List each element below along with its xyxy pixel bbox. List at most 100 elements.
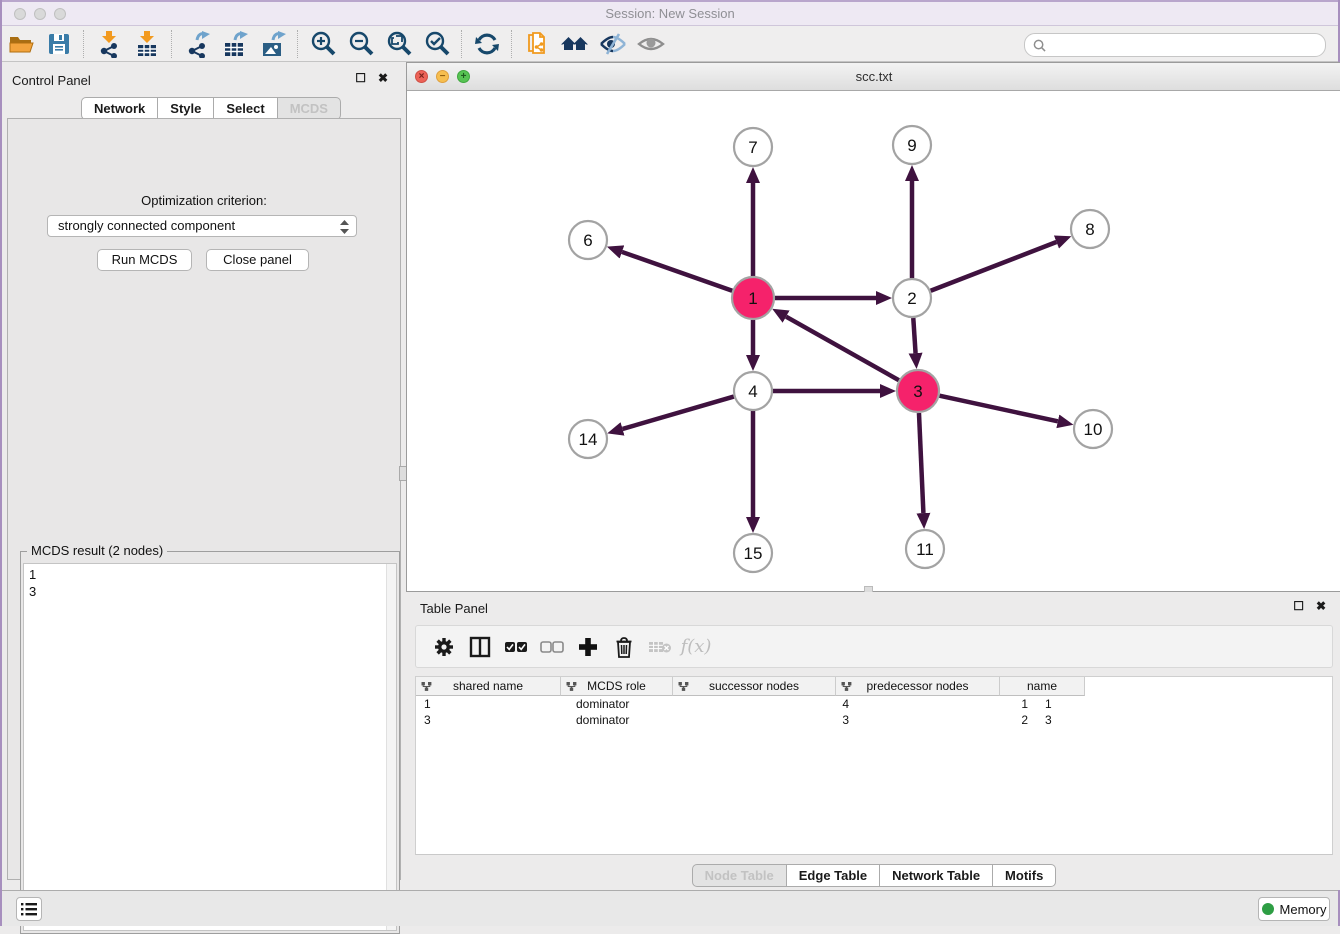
node-table[interactable]: shared name MCDS rolesuccessor nodesprede… xyxy=(415,676,1333,855)
node-1[interactable]: 1 xyxy=(732,277,774,319)
delete-column-button[interactable] xyxy=(606,630,642,664)
mcds-result-title: MCDS result (2 nodes) xyxy=(27,543,167,558)
import-table-button[interactable] xyxy=(130,29,164,59)
edge-3-1[interactable] xyxy=(786,317,899,381)
cell-mcds-role[interactable]: dominator xyxy=(568,696,687,712)
node-8[interactable]: 8 xyxy=(1071,210,1109,248)
close-network-icon[interactable]: × xyxy=(415,70,428,83)
zoom-fit-button[interactable] xyxy=(382,29,416,59)
close-panel-icon[interactable]: ✖ xyxy=(378,71,388,85)
app-titlebar: Session: New Session xyxy=(2,0,1338,26)
close-panel-button[interactable]: Close panel xyxy=(206,249,309,271)
network-graph[interactable]: 1 2 3 4 6 7 8 9 10 11 14 15 xyxy=(408,91,1340,591)
open-session-button[interactable] xyxy=(4,29,38,59)
tab-select[interactable]: Select xyxy=(214,97,277,120)
column-header-predecessor-nodes[interactable]: predecessor nodes xyxy=(836,677,1000,696)
edge-3-11[interactable] xyxy=(919,413,923,513)
node-9[interactable]: 9 xyxy=(893,126,931,164)
save-session-button[interactable] xyxy=(42,29,76,59)
delete-table-button[interactable] xyxy=(642,630,678,664)
zoom-window-icon[interactable] xyxy=(54,8,66,20)
column-header-shared-name[interactable]: shared name xyxy=(416,677,561,696)
table-settings-button[interactable] xyxy=(426,630,462,664)
close-table-panel-icon[interactable]: ✖ xyxy=(1316,599,1326,613)
refresh-button[interactable] xyxy=(470,29,504,59)
cell-successor-nodes[interactable]: 4 xyxy=(687,696,865,712)
float-table-panel-icon[interactable]: ☐ xyxy=(1293,599,1304,613)
table-row[interactable]: 1dominator411 xyxy=(416,696,1332,712)
maximize-network-icon[interactable]: + xyxy=(457,70,470,83)
column-type-icon xyxy=(678,681,689,692)
add-column-button[interactable] xyxy=(570,630,606,664)
eye-slash-icon xyxy=(598,30,628,58)
export-network-button[interactable] xyxy=(180,29,214,59)
edge-3-10[interactable] xyxy=(939,396,1057,422)
tab-network-table[interactable]: Network Table xyxy=(880,864,993,887)
table-row[interactable]: 3dominator323 xyxy=(416,712,1332,728)
search-input[interactable] xyxy=(1050,37,1325,53)
run-mcds-button[interactable]: Run MCDS xyxy=(97,249,192,271)
cell-shared-name[interactable]: 3 xyxy=(416,712,568,728)
column-header-name[interactable]: name xyxy=(1000,677,1085,696)
mcds-result-text[interactable]: 1 3 xyxy=(23,563,397,931)
node-3[interactable]: 3 xyxy=(897,370,939,412)
node-15[interactable]: 15 xyxy=(734,534,772,572)
edge-2-8[interactable] xyxy=(931,242,1057,291)
zoom-selected-button[interactable] xyxy=(420,29,454,59)
float-panel-icon[interactable]: ☐ xyxy=(355,71,366,85)
optimization-criterion-select[interactable]: strongly connected component xyxy=(47,215,357,237)
cell-predecessor-nodes[interactable]: 1 xyxy=(865,696,1037,712)
tab-node-table[interactable]: Node Table xyxy=(692,864,787,887)
show-all-networks-button[interactable] xyxy=(558,29,592,59)
split-pane-button[interactable] xyxy=(462,630,498,664)
zoom-in-button[interactable] xyxy=(306,29,340,59)
chevron-updown-icon xyxy=(339,219,350,241)
close-window-icon[interactable] xyxy=(14,8,26,20)
column-header-mcds-role[interactable]: MCDS role xyxy=(561,677,673,696)
task-history-button[interactable] xyxy=(16,897,42,921)
cell-name[interactable]: 3 xyxy=(1037,712,1129,728)
column-header-label: shared name xyxy=(453,679,523,693)
edge-4-14[interactable] xyxy=(623,397,734,429)
export-table-button[interactable] xyxy=(218,29,252,59)
cell-shared-name[interactable]: 1 xyxy=(416,696,568,712)
import-network-button[interactable] xyxy=(92,29,126,59)
cell-name[interactable]: 1 xyxy=(1037,696,1129,712)
cell-predecessor-nodes[interactable]: 2 xyxy=(865,712,1037,728)
tab-edge-table[interactable]: Edge Table xyxy=(787,864,880,887)
column-header-successor-nodes[interactable]: successor nodes xyxy=(673,677,836,696)
function-builder-button[interactable]: f(x) xyxy=(678,630,714,664)
minimize-network-icon[interactable]: − xyxy=(436,70,449,83)
tab-motifs[interactable]: Motifs xyxy=(993,864,1056,887)
cell-mcds-role[interactable]: dominator xyxy=(568,712,687,728)
node-11[interactable]: 11 xyxy=(906,530,944,568)
deselect-all-columns-button[interactable] xyxy=(534,630,570,664)
hide-selected-button[interactable] xyxy=(596,29,630,59)
network-canvas[interactable]: 1 2 3 4 6 7 8 9 10 11 14 15 xyxy=(408,91,1340,591)
zoom-out-button[interactable] xyxy=(344,29,378,59)
node-6[interactable]: 6 xyxy=(569,221,607,259)
minimize-window-icon[interactable] xyxy=(34,8,46,20)
network-window-titlebar[interactable]: × − + scc.txt xyxy=(407,63,1340,91)
node-7[interactable]: 7 xyxy=(734,128,772,166)
edge-2-3[interactable] xyxy=(913,318,915,353)
export-image-button[interactable] xyxy=(256,29,290,59)
select-all-columns-button[interactable] xyxy=(498,630,534,664)
show-selected-button[interactable] xyxy=(634,29,668,59)
node-10[interactable]: 10 xyxy=(1074,410,1112,448)
tab-mcds[interactable]: MCDS xyxy=(278,97,341,120)
tab-network[interactable]: Network xyxy=(81,97,158,120)
memory-button[interactable]: Memory xyxy=(1258,897,1330,921)
cell-successor-nodes[interactable]: 3 xyxy=(687,712,865,728)
edge-1-6[interactable] xyxy=(622,252,732,291)
node-2[interactable]: 2 xyxy=(893,279,931,317)
node-4[interactable]: 4 xyxy=(734,372,772,410)
node-14[interactable]: 14 xyxy=(569,420,607,458)
search-field[interactable] xyxy=(1024,33,1326,57)
control-panel-tabs: NetworkStyleSelectMCDS xyxy=(81,97,341,120)
tab-style[interactable]: Style xyxy=(158,97,214,120)
result-scrollbar[interactable] xyxy=(386,564,396,930)
clone-network-button[interactable] xyxy=(520,29,554,59)
clone-network-icon xyxy=(523,30,551,58)
memory-label: Memory xyxy=(1280,902,1327,917)
